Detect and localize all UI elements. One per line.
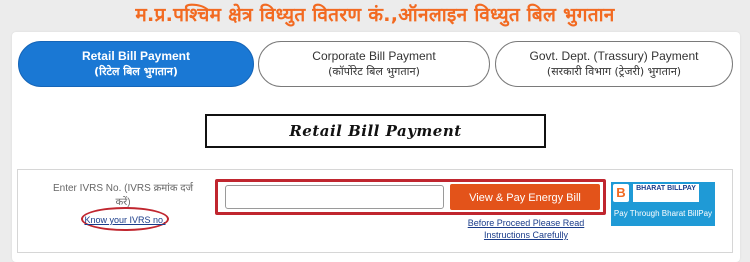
ivrs-label: Enter IVRS No. (IVRS क्रमांक दर्ज करें) <box>52 183 194 208</box>
tab-retail-bill-payment[interactable]: Retail Bill Payment (रिटेल बिल भुगतान) <box>18 41 254 87</box>
bbps-label: Pay Through Bharat BillPay <box>613 209 713 218</box>
section-title: Retail Bill Payment <box>205 114 546 148</box>
tab-sublabel: (कॉर्पोरेट बिल भुगतान) <box>328 65 420 78</box>
tab-sublabel: (सरकारी विभाग (ट्रेजरी) भुगतान) <box>546 65 682 78</box>
tab-corporate-bill-payment[interactable]: Corporate Bill Payment (कॉर्पोरेट बिल भु… <box>258 41 490 87</box>
ivrs-input[interactable] <box>225 185 444 209</box>
bbps-brand: BHARAT BILLPAY <box>633 184 699 202</box>
instructions-link[interactable]: Before Proceed Please Read Instructions … <box>464 217 588 241</box>
tab-label: Retail Bill Payment <box>81 49 191 63</box>
ivrs-panel: Enter IVRS No. (IVRS क्रमांक दर्ज करें) … <box>17 169 733 253</box>
view-pay-energy-bill-button[interactable]: View & Pay Energy Bill <box>450 184 600 210</box>
bbps-logo-letter: B <box>616 185 626 200</box>
bharat-billpay-button[interactable]: B BHARAT BILLPAY Pay Through Bharat Bill… <box>611 182 715 226</box>
tab-label: Corporate Bill Payment <box>312 49 436 63</box>
bharat-billpay-logo-icon: B <box>613 184 629 202</box>
page-title: म.प्र.पश्चिम क्षेत्र विध्युत वितरण कं.,ऑ… <box>135 4 615 26</box>
tab-govt-dept-payment[interactable]: Govt. Dept. (Trassury) Payment (सरकारी व… <box>495 41 733 87</box>
payment-card: Retail Bill Payment (रिटेल बिल भुगतान) C… <box>12 32 740 262</box>
tab-label: Govt. Dept. (Trassury) Payment <box>529 49 699 63</box>
tab-sublabel: (रिटेल बिल भुगतान) <box>94 65 178 78</box>
know-your-ivrs-link[interactable]: Know your IVRS no. <box>84 211 166 229</box>
